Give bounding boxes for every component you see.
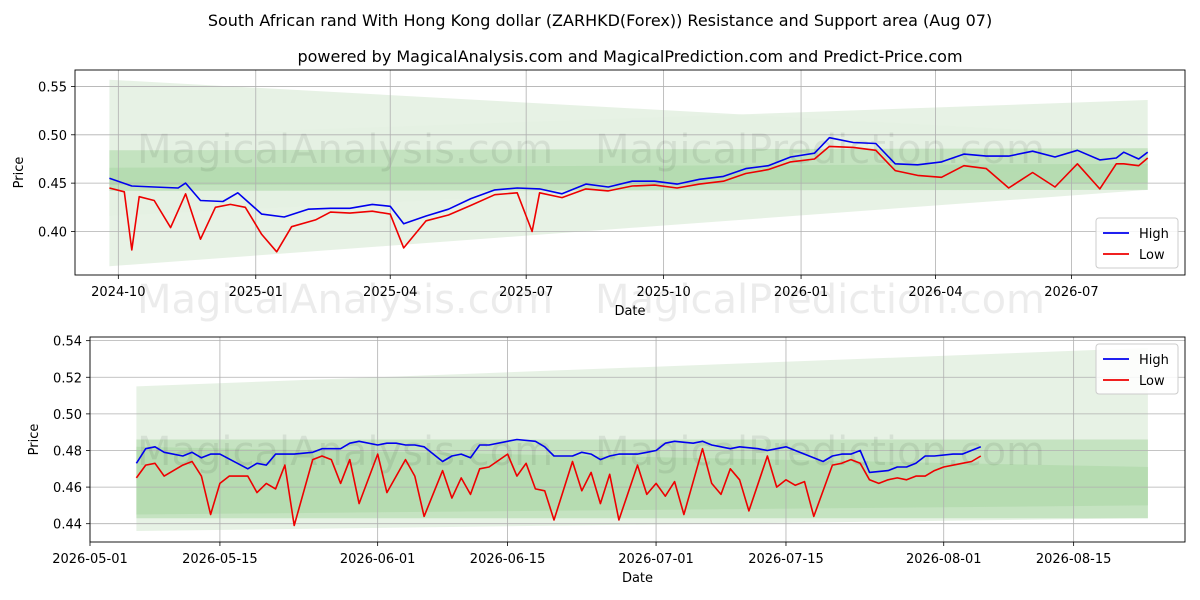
watermark: MagicalPrediction.com	[595, 277, 1045, 323]
legend-label: High	[1139, 353, 1169, 368]
x-tick-label: 2026-06-01	[340, 552, 416, 567]
y-tick-label: 0.45	[38, 177, 67, 192]
y-axis-label: Price	[12, 157, 27, 189]
y-tick-label: 0.52	[53, 371, 82, 386]
y-axis-label: Price	[27, 424, 42, 456]
x-tick-label: 2026-07-15	[748, 552, 824, 567]
legend-box	[1095, 217, 1179, 269]
watermark: MagicalPrediction.com	[595, 127, 1045, 173]
legend: High Low	[1095, 343, 1179, 395]
legend-label: Low	[1139, 374, 1165, 389]
x-axis-label: Date	[614, 304, 645, 319]
x-tick-label: 2026-06-15	[470, 552, 546, 567]
x-tick-label: 2026-05-01	[52, 552, 128, 567]
chart-subtitle: powered by MagicalAnalysis.com and Magic…	[297, 47, 962, 66]
x-tick-label: 2026-08-01	[906, 552, 982, 567]
y-tick-label: 0.48	[53, 444, 82, 459]
bottom-chart: 2026-05-01 2026-05-15 2026-06-01 2026-06-15…	[27, 335, 1186, 586]
legend: High Low	[1095, 217, 1179, 269]
x-tick-label: 2026-08-15	[1036, 552, 1112, 567]
x-tick-label: 2026-07	[1044, 285, 1098, 300]
y-tick-label: 0.40	[38, 225, 67, 240]
y-tick-label: 0.54	[53, 335, 82, 350]
y-tick-label: 0.50	[53, 408, 82, 423]
x-tick-label: 2026-07-01	[618, 552, 694, 567]
watermark: MagicalAnalysis.com	[137, 277, 553, 323]
y-tick-label: 0.44	[53, 518, 82, 533]
chart-figure: South African rand With Hong Kong dollar…	[12, 11, 1186, 586]
legend-label: Low	[1139, 248, 1165, 263]
chart-title: South African rand With Hong Kong dollar…	[208, 11, 992, 30]
x-tick-label: 2026-05-15	[182, 552, 258, 567]
x-axis-label: Date	[622, 571, 653, 586]
watermark: MagicalPrediction.com	[595, 429, 1045, 475]
watermark: MagicalAnalysis.com	[137, 127, 553, 173]
top-chart: 2024-10 2025-01 2025-04 2025-07 2025-10 2026-…	[12, 69, 1186, 323]
y-tick-label: 0.55	[38, 80, 67, 95]
y-tick-label: 0.50	[38, 129, 67, 144]
y-tick-label: 0.46	[53, 481, 82, 496]
legend-label: High	[1139, 227, 1169, 242]
watermark: MagicalAnalysis.com	[137, 429, 553, 475]
legend-box	[1095, 343, 1179, 395]
